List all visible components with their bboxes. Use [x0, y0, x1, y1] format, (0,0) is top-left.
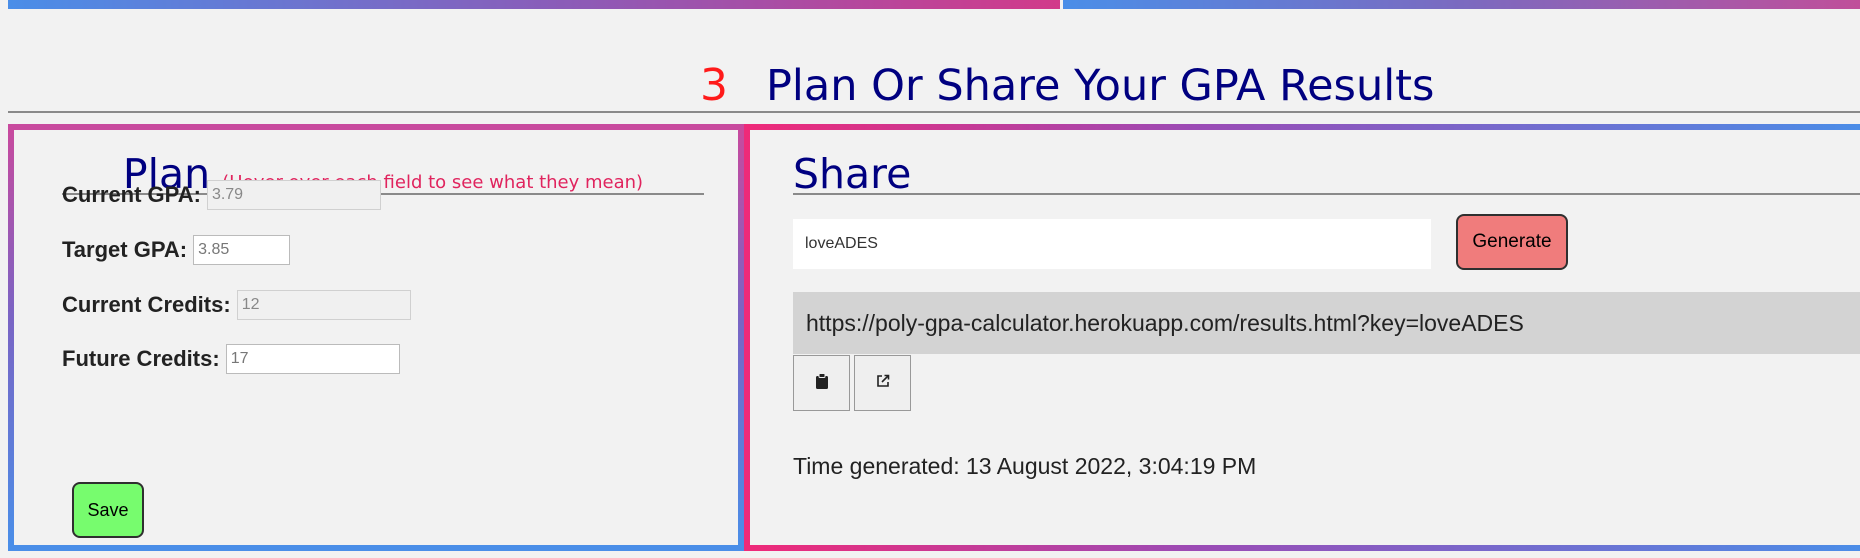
copy-link-button[interactable] [793, 355, 850, 411]
step-number: 3 [700, 60, 728, 111]
share-key-input[interactable] [793, 219, 1431, 269]
section-title-text: Plan Or Share Your GPA Results [766, 61, 1435, 111]
current-gpa-field[interactable] [206, 180, 381, 210]
future-credits-row: Future Credits: [62, 344, 400, 374]
current-credits-label: Current Credits: [62, 292, 231, 317]
current-gpa-label: Current GPA: [62, 182, 201, 207]
plan-panel: Plan (Hover over each field to see what … [8, 124, 745, 551]
open-link-button[interactable] [854, 355, 911, 411]
current-credits-field[interactable] [236, 290, 411, 320]
top-gradient-bar-left [8, 0, 1060, 9]
current-credits-row: Current Credits: [62, 290, 411, 320]
save-button[interactable]: Save [72, 482, 144, 538]
top-gradient-bar-right [1063, 0, 1860, 9]
section-title: 3 Plan Or Share Your GPA Results [700, 60, 1434, 111]
section-divider [8, 111, 1860, 113]
share-url[interactable]: https://poly-gpa-calculator.herokuapp.co… [793, 292, 1860, 354]
target-gpa-field[interactable] [193, 235, 291, 265]
current-gpa-row: Current GPA: [62, 180, 381, 210]
share-heading: Share [793, 154, 1860, 195]
external-link-icon [875, 373, 891, 394]
future-credits-label: Future Credits: [62, 346, 220, 371]
share-panel: Share Generate https://poly-gpa-calculat… [744, 124, 1860, 551]
generate-button[interactable]: Generate [1456, 214, 1568, 270]
target-gpa-row: Target GPA: [62, 235, 291, 265]
target-gpa-label: Target GPA: [62, 237, 188, 262]
time-generated: Time generated: 13 August 2022, 3:04:19 … [793, 453, 1257, 479]
clipboard-icon [815, 372, 829, 394]
future-credits-field[interactable] [225, 344, 400, 374]
